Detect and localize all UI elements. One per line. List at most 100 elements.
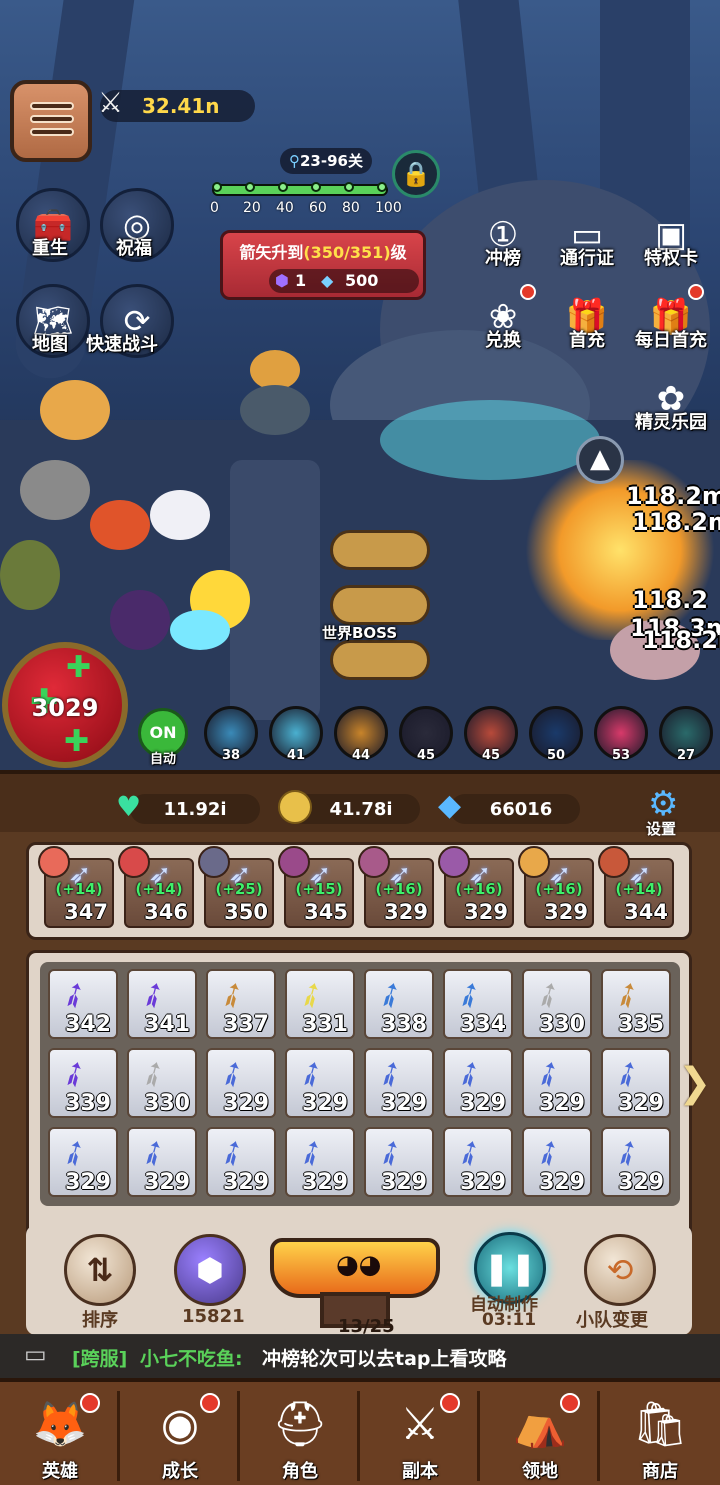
equipped-bonus: (+14) [55,880,103,898]
nav-hero[interactable]: 🦊 英雄 [0,1385,120,1485]
inventory-level: 337 [223,1012,269,1037]
progress-node [311,182,321,192]
inventory-slot[interactable]: ➶ 337 [206,969,276,1039]
equipped-slot[interactable]: ➶ (+16) 329 [358,846,434,928]
right-button-label: 冲榜 [485,248,521,269]
inventory-slot[interactable]: ➶ 331 [285,969,355,1039]
nav-character[interactable]: ⛑ 角色 [240,1385,360,1485]
energy-button[interactable]: ⬢ [174,1234,246,1306]
inventory-slot[interactable]: ➶ 330 [127,1048,197,1118]
inventory-level: 342 [65,1012,111,1037]
right-button-label: 特权卡 [644,248,698,269]
inventory-slot[interactable]: ➶ 329 [601,1127,671,1197]
energy-count: 15821 [182,1306,245,1327]
inventory-level: 329 [302,1091,348,1116]
inventory-level: 329 [65,1170,111,1195]
nav-label: 成长 [162,1461,198,1482]
equipped-slot[interactable]: ➶ (+14) 346 [118,846,194,928]
power-display: ⚔ 32.41n [98,86,255,122]
left-button-label: 重生 [32,238,68,259]
notification-dot [80,1393,100,1413]
notification-dot [200,1393,220,1413]
hero-party [0,380,260,660]
hero-level: 44 [351,748,371,763]
nav-growth[interactable]: ◉ 成长 [120,1385,240,1485]
nav-dungeon[interactable]: ⚔ 副本 [360,1385,480,1485]
inventory-slot[interactable]: ➶ 329 [601,1048,671,1118]
stage-label: ⚲23-96关 [280,148,372,174]
nav-shop[interactable]: 🛍 商店 [600,1385,720,1485]
inventory-slot[interactable]: ➶ 329 [206,1048,276,1118]
team-change-label: 小队变更 [576,1310,648,1331]
progress-tick: 60 [309,200,327,216]
diamonds-counter[interactable]: ◆ 66016 [438,788,580,824]
equipped-level: 329 [384,900,428,924]
inventory-slot[interactable]: ➶ 335 [601,969,671,1039]
progress-node [278,182,288,192]
inventory-level: 329 [618,1170,664,1195]
settings-button[interactable]: ⚙ 设置 [642,784,692,838]
inventory-slot[interactable]: ➶ 342 [48,969,118,1039]
diamond-plus-icon: ◆ [438,788,462,823]
inventory-slot[interactable]: ➶ 329 [285,1127,355,1197]
inventory-slot[interactable]: ➶ 330 [522,969,592,1039]
inventory-slot[interactable]: ➶ 329 [285,1048,355,1118]
nav-label: 副本 [402,1461,438,1482]
equipped-slot[interactable]: ➶ (+14) 344 [598,846,674,928]
sort-button[interactable]: ⇅ [64,1234,136,1306]
upgrade-banner[interactable]: 箭矢升到(350/351)级 ⬢ 1 ◆ 500 [220,230,426,300]
equipped-slot[interactable]: ➶ (+14) 347 [38,846,114,928]
inventory-slot[interactable]: ➶ 329 [48,1127,118,1197]
equipped-slot[interactable]: ➶ (+25) 350 [198,846,274,928]
inventory-slot[interactable]: ➶ 334 [443,969,513,1039]
inventory-slot[interactable]: ➶ 339 [48,1048,118,1118]
inventory-slot[interactable]: ➶ 329 [364,1048,434,1118]
inventory-level: 335 [618,1012,664,1037]
next-page-button[interactable]: ❯ [678,1060,718,1106]
scroll-up-button[interactable]: ▲ [576,436,624,484]
equipped-bonus: (+15) [295,880,343,898]
inventory-slot[interactable]: ➶ 329 [522,1048,592,1118]
inventory-level: 329 [618,1091,664,1116]
right-button-label: 首充 [569,330,605,351]
progress-tick: 80 [342,200,360,216]
equipped-bonus: (+14) [615,880,663,898]
damage-number: 118.2m [642,626,720,654]
pause-icon: ❚❚ [483,1249,537,1287]
upgrade-cost: ⬢ 1 ◆ 500 [269,269,419,293]
right-button-label: 通行证 [560,248,614,269]
inventory-slot[interactable]: ➶ 329 [364,1127,434,1197]
world-boss-label[interactable]: 世界BOSS [322,622,397,643]
inventory-slot[interactable]: ➶ 329 [206,1127,276,1197]
inventory-slot[interactable]: ➶ 338 [364,969,434,1039]
progress-node [245,182,255,192]
nav-territory[interactable]: ⛺ 领地 [480,1385,600,1485]
equipped-level: 345 [304,900,348,924]
progress-node [377,182,387,192]
team-change-button[interactable]: ⟲ [584,1234,656,1306]
hero-avatar [358,846,390,878]
energy-hexagon-icon: ⬢ [196,1251,224,1289]
lock-icon[interactable]: 🔒 [392,150,440,198]
notification-dot [440,1393,460,1413]
left-button-label: 快速战斗 [86,334,158,355]
hearts-counter: ♥ 11.92i [116,790,260,824]
hero-level: 45 [416,748,436,763]
equipped-slot[interactable]: ➶ (+16) 329 [518,846,594,928]
inventory-slot[interactable]: ➶ 329 [443,1048,513,1118]
chat-channel: [跨服] [72,1348,128,1370]
heal-plus-icon-3: ✚ [64,724,90,759]
inventory-slot[interactable]: ➶ 329 [443,1127,513,1197]
inventory-level: 329 [144,1170,190,1195]
inventory-slot[interactable]: ➶ 341 [127,969,197,1039]
chat-bar[interactable]: ▭ [跨服] 小七不吃鱼: 冲榜轮次可以去tap上看攻略 [0,1334,720,1378]
inventory-slot[interactable]: ➶ 329 [522,1127,592,1197]
hero-avatar [598,846,630,878]
equipped-level: 346 [144,900,188,924]
inventory-slot[interactable]: ➶ 329 [127,1127,197,1197]
inventory-level: 334 [460,1012,506,1037]
equipped-slot[interactable]: ➶ (+16) 329 [438,846,514,928]
menu-button[interactable] [10,80,92,162]
equipped-slot[interactable]: ➶ (+15) 345 [278,846,354,928]
anvil-face-icon: ◕◕ [336,1250,382,1280]
